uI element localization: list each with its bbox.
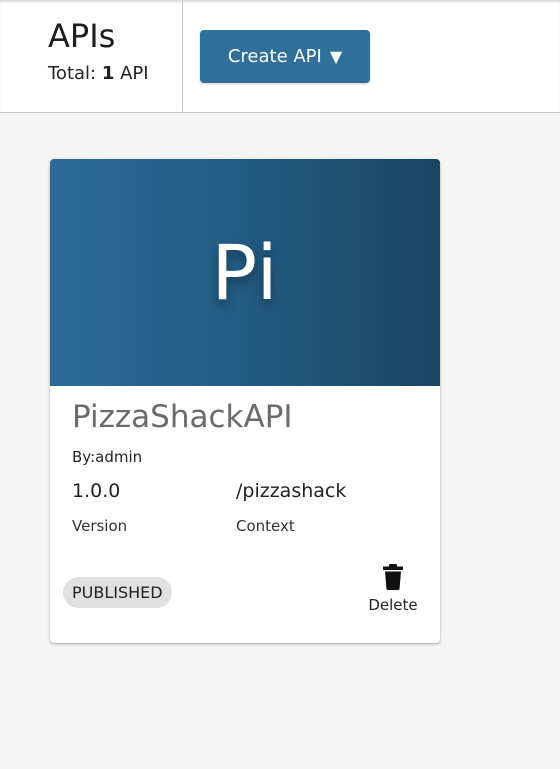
- api-card[interactable]: Pi PizzaShackAPI By:admin 1.0.0 /pizzash…: [50, 159, 440, 643]
- header-divider: [182, 0, 183, 112]
- create-api-label: Create API: [227, 46, 322, 67]
- api-author: By:admin: [72, 448, 143, 466]
- api-thumbnail[interactable]: Pi: [50, 159, 440, 386]
- api-context-value: /pizzashack: [236, 480, 347, 502]
- delete-button[interactable]: Delete: [363, 564, 423, 626]
- total-count-line: Total: 1 API: [48, 62, 149, 86]
- trash-icon: [383, 564, 403, 590]
- api-context-label: Context: [236, 517, 295, 535]
- api-thumbnail-text: Pi: [211, 228, 279, 317]
- create-api-button[interactable]: Create API ▼: [200, 30, 370, 83]
- total-unit: API: [120, 63, 149, 84]
- page-title: APIs: [48, 17, 116, 55]
- caret-down-icon: ▼: [329, 47, 343, 66]
- title-block: APIs Total: 1 API: [48, 16, 149, 86]
- total-count: 1: [101, 63, 115, 84]
- api-name[interactable]: PizzaShackAPI: [72, 399, 293, 435]
- status-badge: PUBLISHED: [63, 577, 172, 608]
- total-label: Total:: [48, 63, 97, 84]
- api-version-label: Version: [72, 517, 128, 535]
- delete-label: Delete: [368, 596, 418, 614]
- top-bar: APIs Total: 1 API Create API ▼: [0, 0, 560, 113]
- api-version-value: 1.0.0: [72, 480, 121, 502]
